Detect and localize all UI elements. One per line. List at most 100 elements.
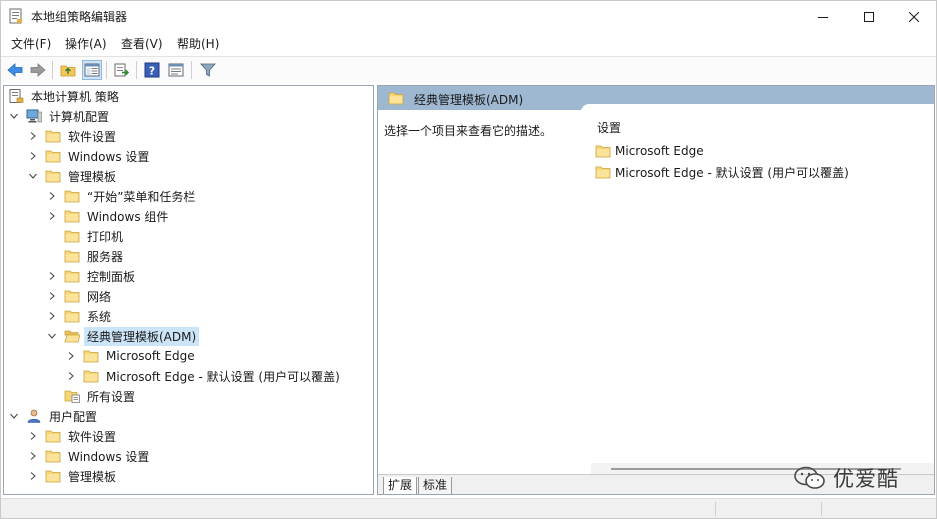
status-divider — [821, 502, 822, 516]
tree-item[interactable]: 打印机 — [46, 226, 126, 246]
tree-item[interactable]: 系统 — [46, 306, 114, 326]
folder-icon — [64, 229, 80, 243]
folder-icon — [45, 449, 61, 463]
tree-item[interactable]: 服务器 — [46, 246, 126, 266]
maximize-button[interactable] — [846, 1, 892, 32]
tab-extended[interactable]: 扩展 — [383, 477, 418, 494]
tree-item-label: 管理模板 — [68, 169, 117, 184]
list-item[interactable]: Microsoft Edge — [595, 142, 704, 160]
properties-icon — [168, 63, 184, 77]
up-folder-icon — [60, 65, 76, 77]
help-button[interactable]: ? — [142, 60, 162, 80]
tree-item[interactable]: Windows 组件 — [46, 206, 171, 226]
menu-view[interactable]: 查看(V) — [121, 35, 163, 52]
settings-list[interactable]: 设置 Microsoft Edge Microsoft Edge - 默认设置 … — [581, 104, 934, 474]
tree-item[interactable]: 控制面板 — [46, 266, 138, 286]
up-level-button[interactable] — [58, 60, 78, 80]
chevron-down-icon[interactable] — [8, 110, 20, 122]
toolbar-separator — [191, 61, 192, 79]
chevron-right-icon[interactable] — [46, 310, 58, 322]
tree-item[interactable]: Windows 设置 — [27, 146, 152, 166]
tree-item-label: 控制面板 — [87, 269, 136, 284]
tree-item[interactable]: 管理模板 — [27, 166, 119, 186]
settings-column-header[interactable]: 设置 — [597, 119, 621, 136]
export-list-button[interactable] — [112, 60, 132, 80]
chevron-down-icon[interactable] — [27, 170, 39, 182]
policy-editor-app-icon — [9, 8, 23, 24]
forward-button[interactable] — [28, 60, 48, 80]
menu-file[interactable]: 文件(F) — [11, 35, 51, 52]
folder-icon — [595, 165, 611, 179]
chevron-right-icon[interactable] — [27, 130, 39, 142]
chevron-right-icon[interactable] — [65, 370, 77, 382]
chevron-right-icon[interactable] — [27, 430, 39, 442]
tree-item-label: 服务器 — [87, 249, 124, 264]
forward-icon — [30, 63, 46, 77]
tree-item-label: Microsoft Edge — [106, 349, 195, 363]
list-item-label: Microsoft Edge — [615, 144, 704, 158]
filter-button[interactable] — [198, 60, 218, 80]
tree-item[interactable]: Windows 设置 — [27, 446, 152, 466]
chevron-right-icon[interactable] — [65, 350, 77, 362]
watermark: 优爱酷 — [793, 463, 899, 493]
show-hide-tree-button[interactable] — [82, 60, 102, 80]
chevron-right-icon[interactable] — [27, 470, 39, 482]
help-icon: ? — [144, 62, 160, 78]
tree-item[interactable]: 经典管理模板(ADM) — [46, 326, 200, 346]
status-divider — [715, 502, 716, 516]
menu-help[interactable]: 帮助(H) — [177, 35, 219, 52]
tab-standard[interactable]: 标准 — [418, 477, 453, 494]
tree-item-label: 打印机 — [87, 229, 124, 244]
back-button[interactable] — [5, 60, 25, 80]
tree-item[interactable]: 软件设置 — [27, 126, 119, 146]
chevron-right-icon[interactable] — [46, 270, 58, 282]
tree-item[interactable]: 所有设置 — [46, 386, 138, 406]
chevron-right-icon[interactable] — [46, 190, 58, 202]
minimize-button[interactable] — [800, 1, 846, 32]
tree-item[interactable]: “开始”菜单和任务栏 — [46, 186, 198, 206]
chevron-right-icon[interactable] — [46, 290, 58, 302]
minimize-icon — [818, 16, 828, 18]
chevron-right-icon[interactable] — [27, 450, 39, 462]
folder-icon — [388, 91, 404, 105]
folder-icon — [45, 149, 61, 163]
toolbar-separator — [52, 61, 53, 79]
properties-button[interactable] — [166, 60, 186, 80]
tree-item-label: 计算机配置 — [49, 109, 110, 124]
tree-pane[interactable]: 本地计算机 策略 计算机配置 软件设置 Windows 设置 管理模板 “开始”菜单和任务… — [3, 85, 374, 495]
tree-item[interactable]: Microsoft Edge — [65, 346, 198, 366]
folder-icon — [83, 369, 99, 383]
tree-item-label: Microsoft Edge - 默认设置 (用户可以覆盖) — [106, 369, 340, 384]
list-item-label: Microsoft Edge - 默认设置 (用户可以覆盖) — [615, 165, 849, 180]
app-window: 本地组策略编辑器 文件(F) 操作(A) 查看(V) 帮助(H) ? 本地计算机… — [0, 0, 937, 519]
tree-item[interactable]: 用户配置 — [8, 406, 100, 426]
folder-icon — [45, 129, 61, 143]
tree-item[interactable]: 管理模板 — [27, 466, 119, 486]
close-button[interactable] — [891, 1, 937, 32]
folder-open-icon — [64, 329, 81, 343]
chevron-down-icon[interactable] — [8, 410, 20, 422]
tree-item[interactable]: 本地计算机 策略 — [8, 86, 122, 106]
folder-icon — [64, 189, 80, 203]
menu-action[interactable]: 操作(A) — [65, 35, 107, 52]
chevron-right-icon[interactable] — [27, 150, 39, 162]
tree-item-label: 所有设置 — [87, 389, 136, 404]
tree-item-label: 管理模板 — [68, 469, 117, 484]
folder-icon — [64, 289, 80, 303]
chevron-right-icon[interactable] — [46, 210, 58, 222]
tree-item-label: Windows 设置 — [68, 449, 150, 464]
chevron-down-icon[interactable] — [46, 330, 58, 342]
tree-item-label: 本地计算机 策略 — [31, 89, 119, 104]
tree-item[interactable]: 软件设置 — [27, 426, 119, 446]
tree-item[interactable]: 计算机配置 — [8, 106, 112, 126]
tree-item-label: 软件设置 — [68, 129, 117, 144]
tree-item[interactable]: Microsoft Edge - 默认设置 (用户可以覆盖) — [65, 366, 343, 386]
folder-icon — [83, 349, 99, 363]
folder-icon — [45, 169, 61, 183]
filter-icon — [200, 63, 216, 77]
maximize-icon — [864, 11, 874, 22]
tree-item[interactable]: 网络 — [46, 286, 114, 306]
tree-item-label: “开始”菜单和任务栏 — [87, 189, 196, 204]
list-item[interactable]: Microsoft Edge - 默认设置 (用户可以覆盖) — [595, 163, 849, 181]
tree-item-label: 用户配置 — [49, 409, 98, 424]
